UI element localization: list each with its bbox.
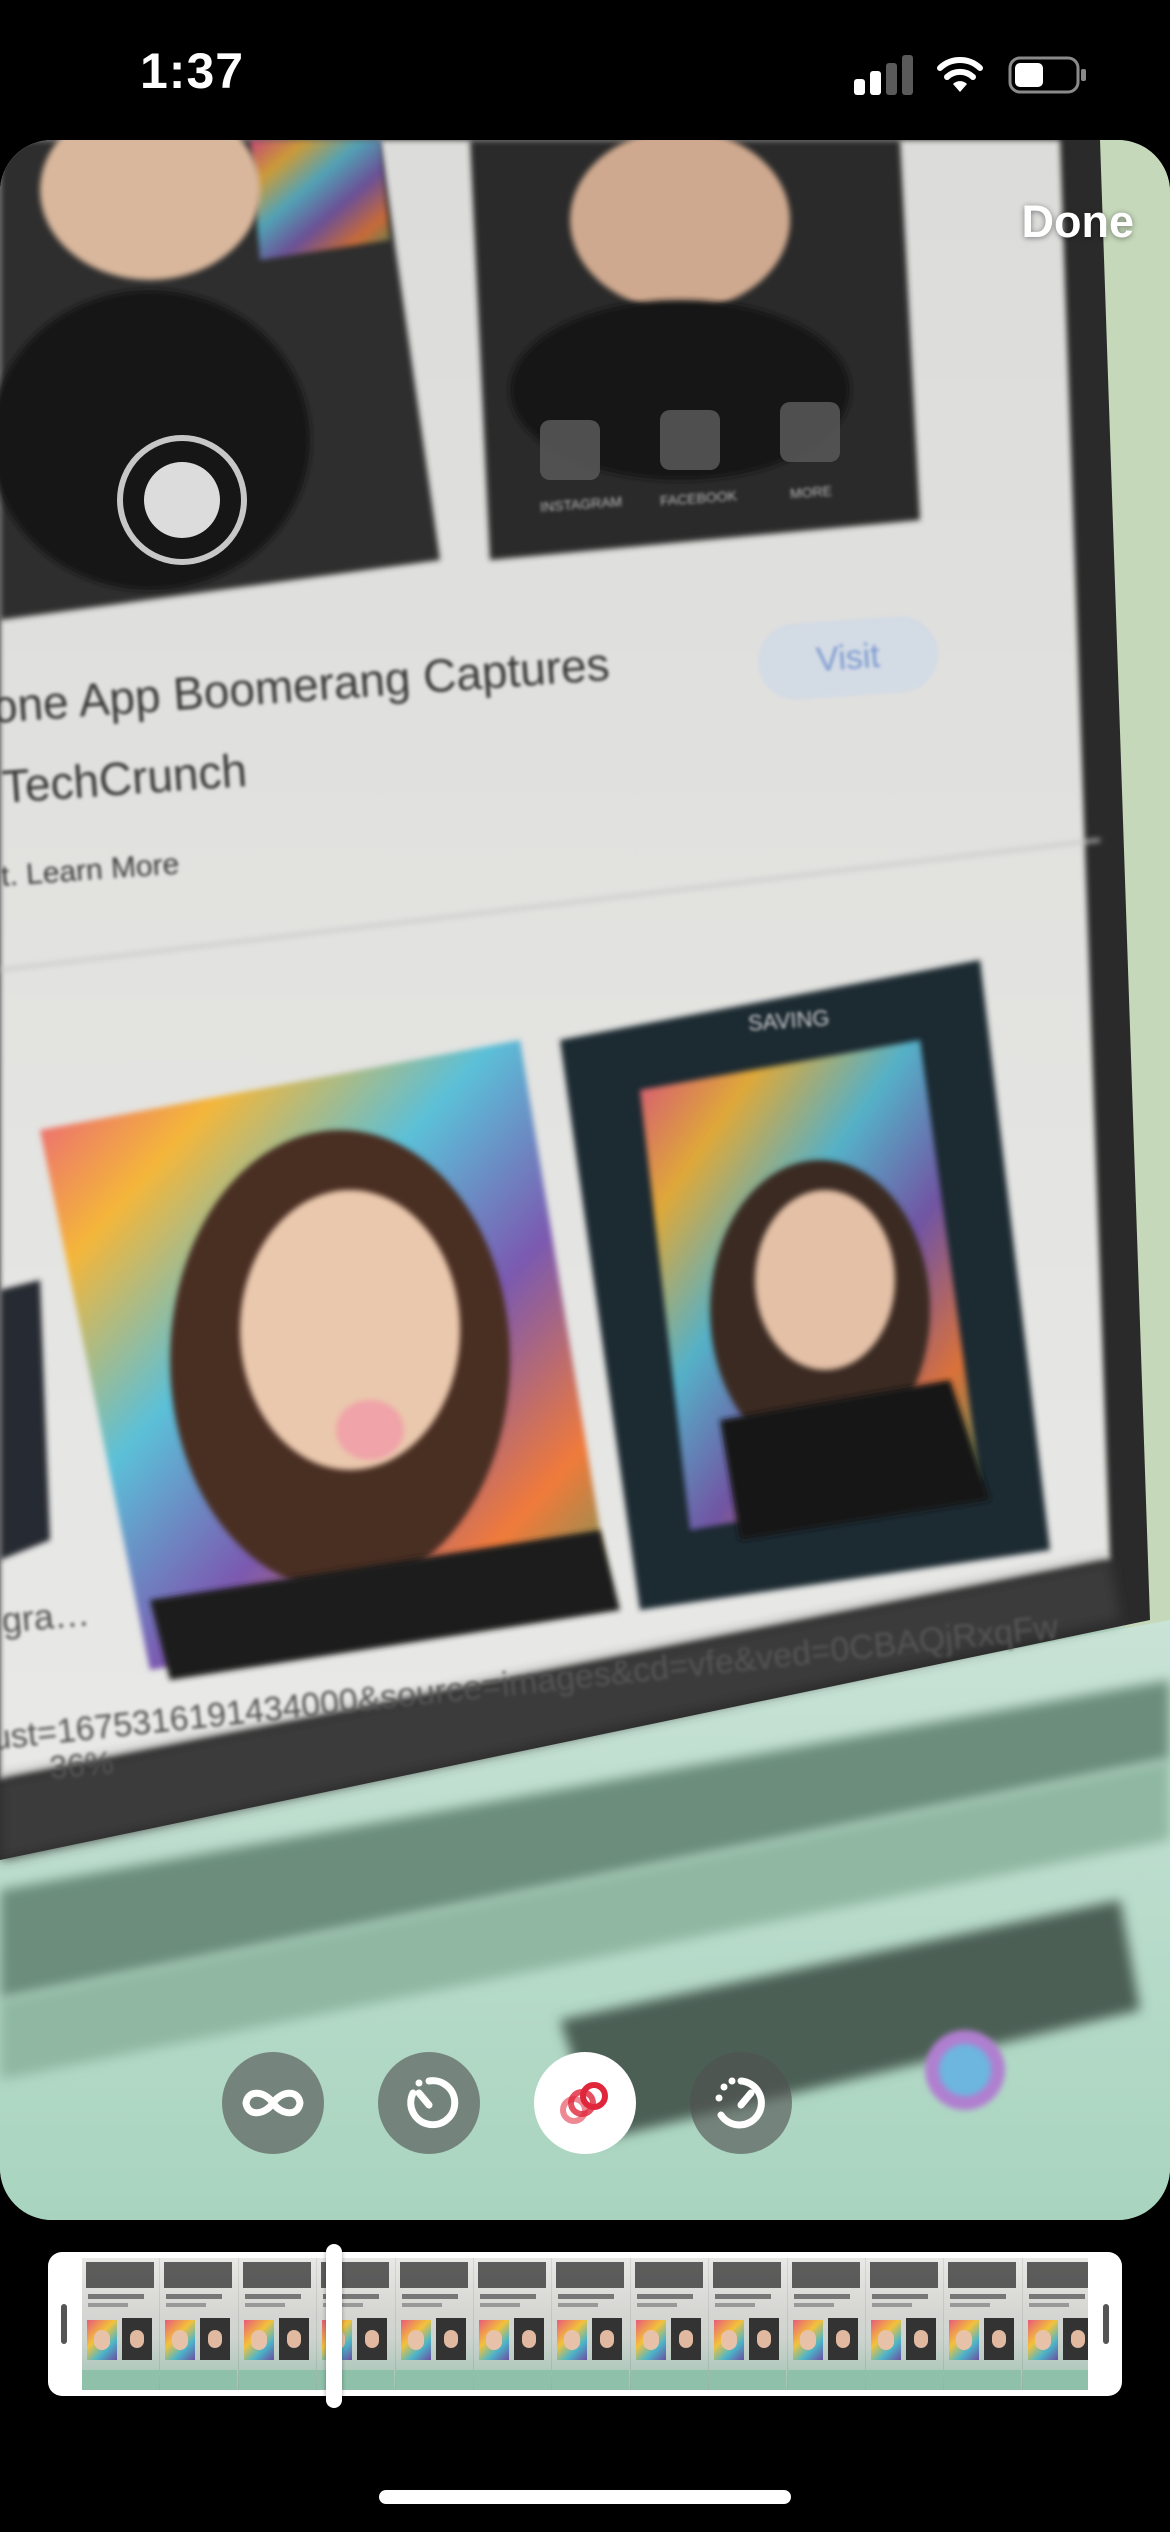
photo-text-visit: Visit — [755, 613, 941, 703]
photo-text-more: MORE — [789, 482, 833, 502]
photo-text-percent: 36% — [48, 1744, 115, 1786]
trim-frame[interactable] — [48, 2252, 1122, 2396]
filmstrip-frame — [865, 2258, 945, 2390]
echo-icon — [560, 2082, 608, 2124]
status-bar: 1:37 — [0, 0, 1170, 140]
infinity-icon — [242, 2089, 304, 2117]
duo-speed-icon — [715, 2077, 765, 2129]
battery-icon — [1008, 56, 1088, 94]
photo-text-grab: gra… — [0, 1592, 92, 1641]
mode-slowmo-button[interactable] — [378, 2052, 480, 2154]
boomerang-editor-screen: 1:37 INSTAGRAM FACEBOOK MORE one App Boo… — [0, 0, 1170, 2532]
trim-handle-right[interactable] — [1103, 2304, 1109, 2344]
wifi-icon — [935, 54, 985, 94]
camera-preview[interactable]: INSTAGRAM FACEBOOK MORE one App Boomeran… — [0, 140, 1170, 2220]
trim-handle-left[interactable] — [61, 2304, 67, 2344]
mode-loop-button[interactable] — [222, 2052, 324, 2154]
filmstrip-frame — [709, 2258, 788, 2390]
filmstrip-frame — [787, 2258, 866, 2390]
slow-motion-icon — [407, 2077, 459, 2129]
camera-feed-image — [0, 140, 1170, 2220]
filmstrip-frame — [395, 2258, 474, 2390]
filmstrip-frame — [238, 2258, 318, 2390]
filmstrip-frame — [82, 2258, 161, 2390]
done-button[interactable]: Done — [1022, 196, 1135, 248]
filmstrip-frame — [552, 2258, 631, 2390]
playhead-scrubber[interactable] — [325, 2244, 342, 2408]
status-time: 1:37 — [140, 43, 245, 99]
video-trimmer[interactable] — [48, 2244, 1122, 2408]
filmstrip-frame — [1022, 2258, 1088, 2390]
filmstrip-frame — [473, 2258, 553, 2390]
filmstrip-frame — [630, 2258, 710, 2390]
mode-echo-button[interactable] — [534, 2052, 636, 2154]
cellular-signal-icon — [854, 55, 914, 95]
filmstrip-frame — [944, 2258, 1023, 2390]
mode-duo-button[interactable] — [690, 2052, 792, 2154]
mode-selector — [0, 2052, 1170, 2156]
home-indicator — [379, 2490, 791, 2504]
filmstrip-frame — [160, 2258, 239, 2390]
filmstrip — [82, 2258, 1088, 2390]
